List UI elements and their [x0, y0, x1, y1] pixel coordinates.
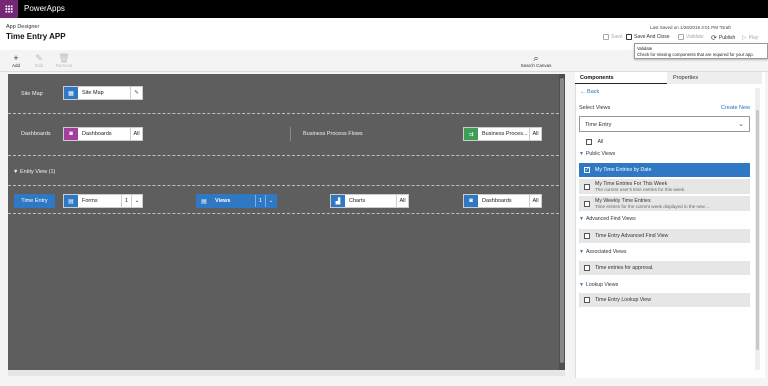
separator — [8, 113, 559, 114]
triangle-down-icon: ▼ — [579, 151, 584, 157]
canvas-scroll-thumb[interactable] — [560, 78, 564, 363]
dashboards-tile[interactable]: ◙ Dashboards All — [63, 127, 143, 141]
search-canvas-button[interactable]: ⌕ Search Canvas — [520, 53, 552, 68]
site-map-label: Site Map — [21, 91, 43, 97]
all-checkbox-row[interactable]: All — [586, 139, 603, 145]
back-link[interactable]: ← Back — [580, 89, 599, 95]
dashboard-icon: ◙ — [464, 195, 478, 207]
entity-view-toggle[interactable]: ▼ Entity View (1) — [13, 169, 55, 175]
app-title: Time Entry APP — [6, 32, 66, 41]
validate-tooltip: Validate Check for missing components th… — [634, 43, 768, 59]
all-checkbox[interactable] — [586, 139, 592, 145]
create-new-link[interactable]: Create New — [721, 105, 750, 111]
validate-button[interactable]: Validate — [678, 34, 704, 40]
view-row[interactable]: My Time Entries For This Week The current… — [579, 179, 750, 194]
checkbox-checked[interactable]: ✓ — [584, 167, 590, 173]
site-map-icon: ▦ — [64, 87, 78, 99]
separator — [8, 213, 559, 214]
designer-canvas — [8, 74, 565, 370]
view-row[interactable]: My Weekly Time Entries Time entries for t… — [579, 196, 750, 211]
tab-properties[interactable]: Properties — [667, 72, 762, 84]
form-icon: ▤ — [64, 195, 78, 207]
chart-icon: ▟ — [331, 195, 345, 207]
checkbox[interactable] — [584, 297, 590, 303]
divider — [290, 127, 291, 141]
view-row[interactable]: Time Entry Lookup View — [579, 293, 750, 307]
remove-button[interactable]: 🗑 Remove — [53, 53, 75, 68]
save-button[interactable]: Save — [603, 34, 622, 40]
advanced-find-views-group[interactable]: ▼ Advanced Find Views — [579, 216, 636, 222]
view-row[interactable]: Time entries for approval. — [579, 261, 750, 275]
play-icon: ▷ — [742, 35, 747, 41]
save-and-close-button[interactable]: Save And Close — [626, 34, 670, 40]
view-row[interactable]: ✓ My Time Entries by Date — [579, 163, 750, 177]
publish-icon: ⟳ — [711, 35, 717, 42]
checkbox[interactable] — [584, 233, 590, 239]
entity-dropdown[interactable]: Time Entry ⌄ — [579, 116, 750, 132]
search-icon: ⌕ — [533, 53, 539, 63]
app-launcher-icon[interactable] — [0, 0, 18, 18]
pencil-icon: ✎ — [35, 53, 43, 63]
chevron-down-icon: ⌄ — [738, 121, 744, 128]
plus-icon: + — [13, 53, 19, 63]
publish-button[interactable]: ⟳ Publish — [711, 34, 735, 42]
views-icon: ▤ — [197, 195, 211, 207]
views-tile[interactable]: ▤ Views 1 ⌄ — [196, 194, 277, 208]
charts-tile[interactable]: ▟ Charts All — [330, 194, 409, 208]
checkbox[interactable] — [584, 183, 590, 190]
site-map-tile[interactable]: ▦ Site Map ✎ — [63, 86, 143, 100]
select-views-label: Select Views — [579, 105, 611, 111]
panel-scroll-thumb[interactable] — [756, 110, 759, 350]
edit-site-map-icon[interactable]: ✎ — [130, 87, 142, 99]
public-views-group[interactable]: ▼ Public Views — [579, 151, 615, 157]
entity-dashboards-tile[interactable]: ◙ Dashboards All — [463, 194, 542, 208]
top-bar — [0, 0, 768, 18]
forms-tile[interactable]: ▤ Forms 1 ⌄ — [63, 194, 143, 208]
tab-components[interactable]: Components — [575, 72, 667, 84]
canvas-horizontal-scrollbar[interactable] — [8, 370, 565, 376]
chevron-down-icon[interactable]: ⌄ — [131, 195, 142, 207]
app-designer-label: App Designer — [6, 24, 40, 30]
separator — [8, 185, 559, 186]
associated-views-group[interactable]: ▼ Associated Views — [579, 249, 627, 255]
process-flow-icon: ⇉ — [464, 128, 478, 140]
add-button[interactable]: + Add — [5, 53, 27, 68]
lookup-views-group[interactable]: ▼ Lookup Views — [579, 282, 618, 288]
checkbox[interactable] — [584, 200, 590, 207]
chevron-down-icon[interactable]: ⌄ — [265, 195, 276, 207]
play-button[interactable]: ▷ Play — [742, 34, 758, 42]
separator — [8, 155, 559, 156]
triangle-down-icon: ▼ — [579, 216, 584, 222]
dashboard-icon: ◙ — [64, 128, 78, 140]
checkbox[interactable] — [584, 265, 590, 271]
triangle-down-icon: ▼ — [579, 282, 584, 288]
validate-icon — [678, 34, 684, 40]
brand-name: PowerApps — [24, 4, 65, 13]
dashboards-label: Dashboards — [21, 131, 51, 137]
save-close-icon — [626, 34, 632, 40]
trash-icon: 🗑 — [58, 53, 70, 63]
triangle-down-icon: ▼ — [579, 249, 584, 255]
triangle-down-icon: ▼ — [13, 169, 19, 175]
time-entry-entity-button[interactable]: Time Entry — [14, 194, 55, 208]
edit-button[interactable]: ✎ Edit — [28, 53, 50, 68]
last-saved-status: Last Saved on 1/28/2019 3:01 PM *Draft — [650, 25, 731, 30]
arrow-left-icon: ← — [580, 89, 586, 95]
view-row[interactable]: Time Entry Advanced Find View — [579, 229, 750, 243]
bpf-label: Business Process Flows — [303, 131, 363, 137]
business-process-flows-tile[interactable]: ⇉ Business Proces... All — [463, 127, 542, 141]
save-icon — [603, 34, 609, 40]
